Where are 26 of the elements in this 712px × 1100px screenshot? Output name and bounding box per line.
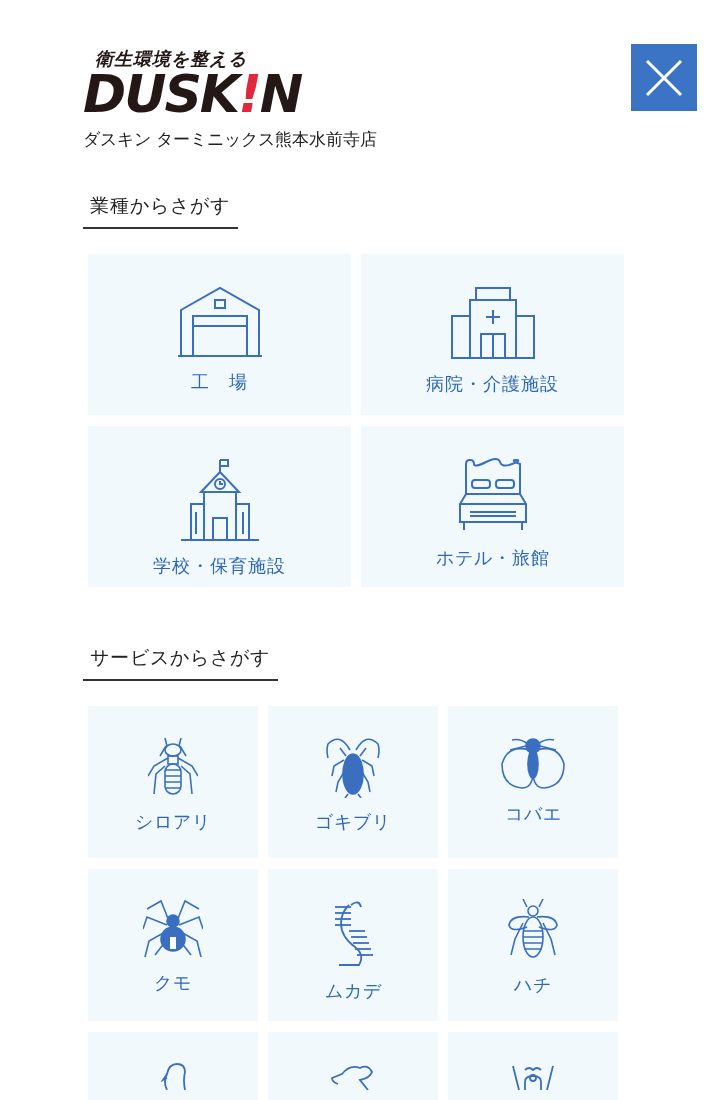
- spider-icon: [143, 899, 203, 959]
- category-card[interactable]: ハチ: [448, 869, 618, 1021]
- close-button[interactable]: [631, 44, 697, 111]
- logo-tagline: 衛生環境を整える: [95, 48, 248, 70]
- category-card[interactable]: シロアリ: [88, 706, 258, 858]
- category-card[interactable]: ムカデ: [268, 869, 438, 1021]
- category-card[interactable]: ゴキブリ: [268, 706, 438, 858]
- store-name: ダスキン ターミニックス熊本水前寺店: [83, 128, 378, 151]
- fly-icon: [500, 736, 566, 790]
- category-card[interactable]: クモ: [88, 869, 258, 1021]
- section-heading: 業種からさがす: [83, 193, 238, 229]
- cockroach-icon: [326, 736, 380, 798]
- section-heading: サービスからさがす: [83, 645, 278, 681]
- school-icon: [180, 458, 259, 542]
- category-card[interactable]: ホテル・旅館: [361, 426, 624, 587]
- bee-icon: [507, 899, 559, 961]
- category-card[interactable]: 病院・介護施設: [361, 254, 624, 415]
- category-card[interactable]: 工 場: [88, 254, 351, 415]
- category-card[interactable]: 学校・保育施設: [88, 426, 351, 587]
- logo-wordmark: DUSK!N: [83, 68, 303, 120]
- centipede-icon: [333, 899, 373, 967]
- warehouse-icon: [176, 286, 263, 358]
- termite-icon: [148, 736, 198, 798]
- category-card[interactable]: コバエ: [448, 706, 618, 858]
- close-icon: [645, 58, 683, 97]
- hospital-icon: [449, 286, 536, 360]
